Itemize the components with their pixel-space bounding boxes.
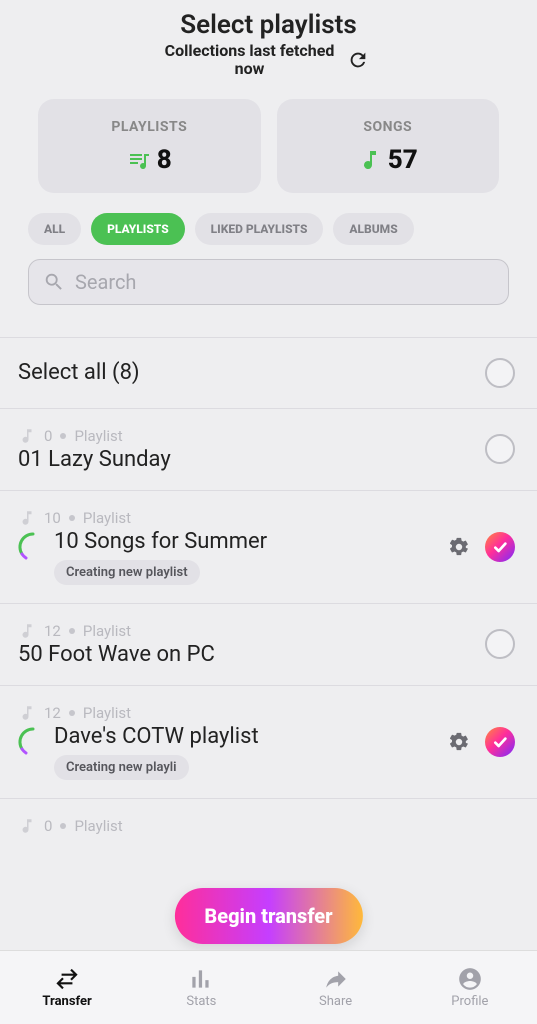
header: Select playlists Collections last fetche… bbox=[0, 0, 537, 83]
item-count: 0 bbox=[44, 427, 52, 445]
fetch-status-text: Collections last fetched now bbox=[165, 42, 335, 79]
refresh-icon bbox=[347, 49, 369, 71]
item-radio[interactable] bbox=[485, 629, 515, 659]
item-title: 10 Songs for Summer bbox=[54, 529, 267, 554]
item-title: 01 Lazy Sunday bbox=[18, 447, 485, 472]
status-badge: Creating new playli bbox=[54, 755, 189, 780]
gear-icon bbox=[448, 731, 470, 753]
item-title: Dave's COTW playlist bbox=[54, 724, 259, 749]
check-icon bbox=[492, 539, 508, 555]
songs-label: SONGS bbox=[287, 119, 490, 135]
filter-chips: ALL PLAYLISTS LIKED PLAYLISTS ALBUMS bbox=[0, 207, 537, 259]
item-title: 50 Foot Wave on PC bbox=[18, 642, 485, 667]
tab-bar: Transfer Stats Share Profile bbox=[0, 950, 537, 1024]
playlist-icon bbox=[127, 148, 151, 172]
item-count: 12 bbox=[44, 622, 61, 640]
songs-count: 57 bbox=[388, 145, 418, 175]
tab-share[interactable]: Share bbox=[269, 951, 403, 1024]
music-note-icon bbox=[18, 704, 36, 722]
playlists-card[interactable]: PLAYLISTS 8 bbox=[38, 99, 261, 193]
playlist-list: Select all (8) 0 Playlist 01 Lazy Sunday bbox=[0, 337, 537, 853]
tab-label: Share bbox=[319, 994, 352, 1009]
share-icon bbox=[323, 966, 349, 992]
music-note-icon bbox=[18, 509, 36, 527]
stats-row: PLAYLISTS 8 SONGS 57 bbox=[0, 83, 537, 207]
item-settings-button[interactable] bbox=[445, 533, 473, 561]
list-item[interactable]: 0 Playlist 01 Lazy Sunday bbox=[0, 409, 537, 491]
item-count: 10 bbox=[44, 509, 61, 527]
search-container bbox=[0, 259, 537, 315]
playlists-count: 8 bbox=[157, 145, 172, 175]
item-radio[interactable] bbox=[485, 434, 515, 464]
tab-stats[interactable]: Stats bbox=[134, 951, 268, 1024]
songs-card[interactable]: SONGS 57 bbox=[277, 99, 500, 193]
search-icon bbox=[43, 271, 65, 293]
status-badge: Creating new playlist bbox=[54, 560, 200, 585]
item-type: Playlist bbox=[74, 427, 122, 445]
search-box[interactable] bbox=[28, 259, 509, 305]
list-item[interactable]: 0 Playlist bbox=[0, 799, 537, 853]
select-all-radio[interactable] bbox=[485, 358, 515, 388]
separator-dot bbox=[69, 710, 75, 716]
transfer-icon bbox=[54, 966, 80, 992]
separator-dot bbox=[60, 433, 66, 439]
item-settings-button[interactable] bbox=[445, 728, 473, 756]
music-note-icon bbox=[18, 817, 36, 835]
separator-dot bbox=[69, 515, 75, 521]
item-selected-check[interactable] bbox=[485, 727, 515, 757]
tab-label: Stats bbox=[186, 994, 216, 1009]
page-title: Select playlists bbox=[0, 10, 537, 40]
filter-all[interactable]: ALL bbox=[28, 213, 81, 245]
music-note-icon bbox=[358, 148, 382, 172]
item-count: 0 bbox=[44, 817, 52, 835]
item-type: Playlist bbox=[83, 509, 131, 527]
playlists-label: PLAYLISTS bbox=[48, 119, 251, 135]
tab-profile[interactable]: Profile bbox=[403, 951, 537, 1024]
search-input[interactable] bbox=[75, 270, 494, 294]
gear-icon bbox=[448, 536, 470, 558]
filter-playlists[interactable]: PLAYLISTS bbox=[91, 213, 185, 245]
item-type: Playlist bbox=[74, 817, 122, 835]
select-all-label: Select all (8) bbox=[18, 360, 485, 385]
filter-liked-playlists[interactable]: LIKED PLAYLISTS bbox=[195, 213, 324, 245]
tab-transfer[interactable]: Transfer bbox=[0, 951, 134, 1024]
stats-icon bbox=[188, 966, 214, 992]
music-note-icon bbox=[18, 622, 36, 640]
begin-transfer-button[interactable]: Begin transfer bbox=[174, 888, 362, 944]
item-type: Playlist bbox=[83, 622, 131, 640]
progress-arc bbox=[18, 532, 48, 562]
item-type: Playlist bbox=[83, 704, 131, 722]
check-icon bbox=[492, 734, 508, 750]
filter-albums[interactable]: ALBUMS bbox=[333, 213, 413, 245]
tab-label: Profile bbox=[451, 994, 488, 1009]
separator-dot bbox=[60, 823, 66, 829]
fetch-status-row: Collections last fetched now bbox=[0, 42, 537, 79]
progress-arc bbox=[18, 727, 48, 757]
tab-label: Transfer bbox=[42, 994, 91, 1009]
item-selected-check[interactable] bbox=[485, 532, 515, 562]
music-note-icon bbox=[18, 427, 36, 445]
list-item[interactable]: 10 Playlist 10 Songs for Summer Creating… bbox=[0, 491, 537, 604]
list-item[interactable]: 12 Playlist Dave's COTW playlist Creatin… bbox=[0, 686, 537, 799]
select-all-row[interactable]: Select all (8) bbox=[0, 337, 537, 409]
list-item[interactable]: 12 Playlist 50 Foot Wave on PC bbox=[0, 604, 537, 686]
refresh-button[interactable] bbox=[344, 46, 372, 74]
profile-icon bbox=[457, 966, 483, 992]
separator-dot bbox=[69, 628, 75, 634]
item-count: 12 bbox=[44, 704, 61, 722]
